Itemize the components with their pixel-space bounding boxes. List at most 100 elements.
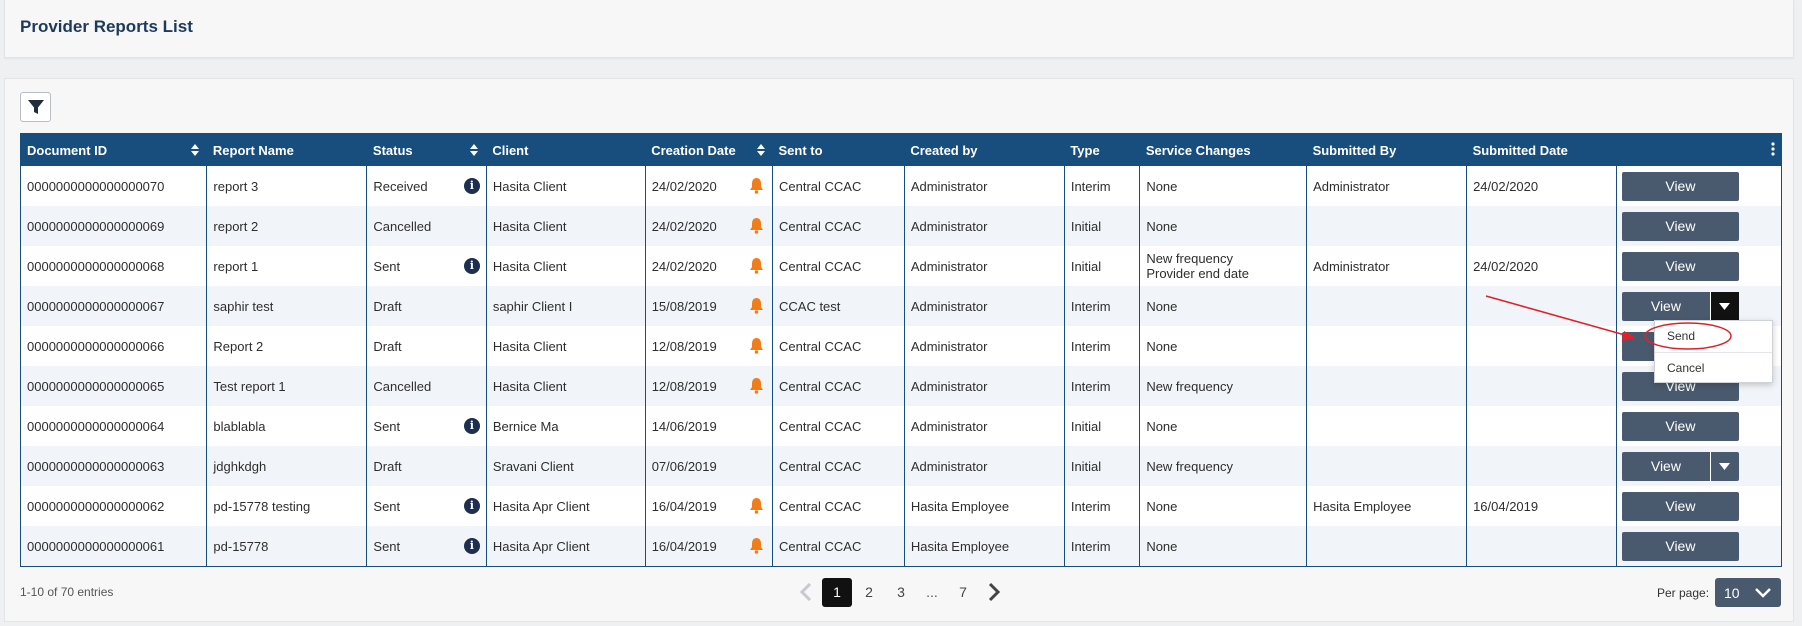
page-1-button[interactable]: 1 — [822, 577, 852, 607]
cell-client: Sravani Client — [486, 446, 646, 486]
column-menu-icon[interactable] — [1771, 142, 1775, 156]
cell-created-by-text: Administrator — [910, 298, 988, 314]
sort-icon[interactable] — [190, 144, 199, 156]
pagination-ellipsis: ... — [926, 584, 938, 600]
cell-creation-date-text: 12/08/2019 — [651, 338, 717, 354]
cell-type-text: Interim — [1070, 538, 1111, 554]
cell-submitted-by — [1306, 446, 1468, 486]
cell-submitted-date — [1466, 326, 1617, 366]
view-button-label: View — [1665, 538, 1696, 554]
header-label: Submitted By — [1312, 142, 1397, 158]
sort-icon[interactable] — [470, 144, 479, 156]
col-type-header: Type — [1064, 134, 1139, 166]
bell-icon — [750, 178, 763, 194]
cell-creation-date: 24/02/2020 — [645, 206, 774, 246]
cell-submitted-date — [1466, 286, 1617, 326]
per-page-value: 10 — [1724, 584, 1740, 601]
cell-actions: View — [1616, 246, 1781, 286]
cell-created-by-text: Hasita Employee — [910, 498, 1010, 514]
header-label: Status — [372, 142, 413, 158]
cell-sent-to: Central CCAC — [772, 486, 905, 526]
cell-type-text: Initial — [1070, 418, 1102, 434]
info-icon[interactable]: i — [463, 258, 480, 274]
header-label: Service Changes — [1145, 142, 1251, 158]
cell-created-by-text: Administrator — [910, 458, 988, 474]
cell-created-by: Administrator — [904, 446, 1065, 486]
service-change-text: New frequency — [1146, 458, 1234, 474]
view-button[interactable]: View — [1621, 411, 1739, 441]
cell-client: Hasita Client — [486, 166, 646, 206]
page-2-button[interactable]: 2 — [854, 578, 884, 607]
col-document-id-header[interactable]: Document ID — [21, 134, 207, 166]
cell-creation-date: 12/08/2019 — [645, 366, 774, 406]
view-button-label: View — [1665, 418, 1696, 434]
view-dropdown-toggle[interactable] — [1709, 451, 1739, 481]
cell-report-name: blablabla — [206, 406, 368, 446]
cell-client-text: Sravani Client — [492, 458, 574, 474]
cell-service-changes: None — [1139, 406, 1308, 446]
cell-submitted-by: Administrator — [1306, 246, 1468, 286]
cell-service-changes: None — [1139, 486, 1308, 526]
cell-creation-date: 24/02/2020 — [645, 246, 774, 286]
info-icon[interactable]: i — [463, 498, 480, 514]
filter-button[interactable] — [20, 92, 51, 122]
cell-status-text: Draft — [373, 298, 402, 314]
send-menu-item[interactable]: Send — [1655, 321, 1772, 352]
page-3-button[interactable]: 3 — [886, 578, 916, 607]
cell-service-changes: None — [1139, 326, 1308, 366]
row-action-dropdown: Send Cancel — [1654, 320, 1773, 383]
cell-document-id: 0000000000000000068 — [21, 246, 208, 286]
cell-submitted-date-text: 24/02/2020 — [1473, 258, 1539, 274]
per-page-label: Per page: — [1657, 586, 1710, 600]
prev-page-button[interactable] — [791, 577, 821, 607]
info-icon[interactable]: i — [463, 178, 480, 194]
next-page-button[interactable] — [979, 577, 1009, 607]
cell-report-name: report 1 — [206, 246, 368, 286]
cell-submitted-by-text: Hasita Employee — [1313, 498, 1412, 514]
cell-sent-to-text: Central CCAC — [779, 338, 862, 354]
view-button[interactable]: View — [1621, 491, 1739, 521]
col-creation-date-header[interactable]: Creation Date — [645, 134, 772, 166]
view-button[interactable]: View — [1621, 171, 1739, 201]
cell-sent-to: Central CCAC — [772, 326, 905, 366]
cell-report-name-text: report 3 — [213, 178, 259, 194]
cell-submitted-date — [1466, 406, 1617, 446]
sort-icon[interactable] — [756, 144, 765, 156]
cell-created-by-text: Administrator — [910, 218, 988, 234]
cell-status: Cancelled — [366, 206, 487, 246]
view-button-label: View — [1665, 178, 1696, 194]
table-row: 0000000000000000069 report 2 Cancelled Hasi… — [21, 206, 1781, 246]
bell-icon — [750, 338, 763, 354]
cell-type: Initial — [1064, 206, 1141, 246]
cell-client: Hasita Client — [486, 326, 646, 366]
per-page-select[interactable]: 10 — [1715, 578, 1781, 607]
cell-creation-date-text: 16/04/2019 — [651, 498, 717, 514]
cell-creation-date-text: 16/04/2019 — [651, 538, 717, 554]
cancel-menu-item[interactable]: Cancel — [1655, 352, 1772, 383]
cell-document-id: 0000000000000000063 — [21, 446, 208, 486]
view-button[interactable]: View — [1621, 251, 1739, 281]
cell-type: Interim — [1064, 486, 1141, 526]
cell-submitted-by — [1306, 526, 1468, 566]
cell-submitted-by — [1306, 326, 1468, 366]
cell-report-name: report 2 — [206, 206, 368, 246]
col-service-changes-header: Service Changes — [1140, 134, 1307, 166]
caret-down-icon — [1719, 462, 1731, 470]
cell-submitted-date — [1466, 526, 1617, 566]
cell-created-by-text: Administrator — [910, 378, 988, 394]
view-button[interactable]: View — [1621, 531, 1739, 561]
cell-actions: View — [1616, 206, 1781, 246]
view-button[interactable]: View — [1621, 451, 1739, 481]
cell-created-by: Administrator — [904, 286, 1065, 326]
view-button[interactable]: View — [1621, 211, 1739, 241]
view-dropdown-toggle[interactable] — [1709, 291, 1739, 321]
page-7-button[interactable]: 7 — [948, 578, 978, 607]
info-icon[interactable]: i — [463, 418, 480, 434]
cell-report-name-text: report 2 — [213, 218, 259, 234]
cell-service-changes: New frequency Provider end date — [1139, 246, 1308, 286]
info-icon[interactable]: i — [463, 538, 480, 554]
col-status-header[interactable]: Status — [367, 134, 486, 166]
chevron-down-icon — [1755, 588, 1771, 598]
view-button[interactable]: View — [1621, 291, 1739, 321]
bell-icon — [750, 298, 763, 314]
